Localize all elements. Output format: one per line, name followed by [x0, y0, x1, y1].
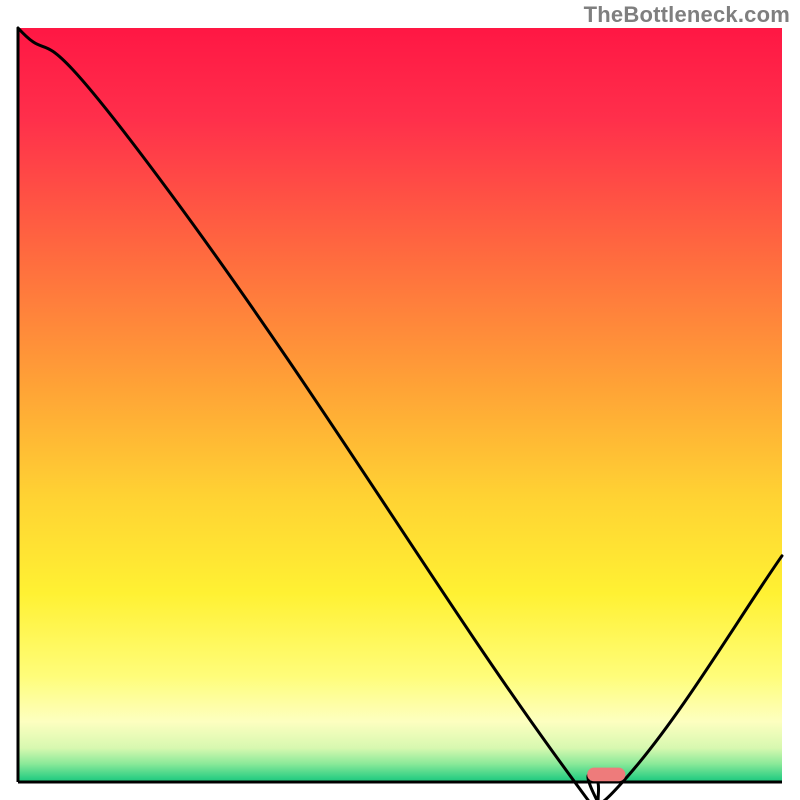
bottleneck-chart: TheBottleneck.com: [0, 0, 800, 800]
chart-canvas: [0, 0, 800, 800]
current-point-marker: [587, 768, 625, 782]
watermark-text: TheBottleneck.com: [584, 2, 790, 28]
